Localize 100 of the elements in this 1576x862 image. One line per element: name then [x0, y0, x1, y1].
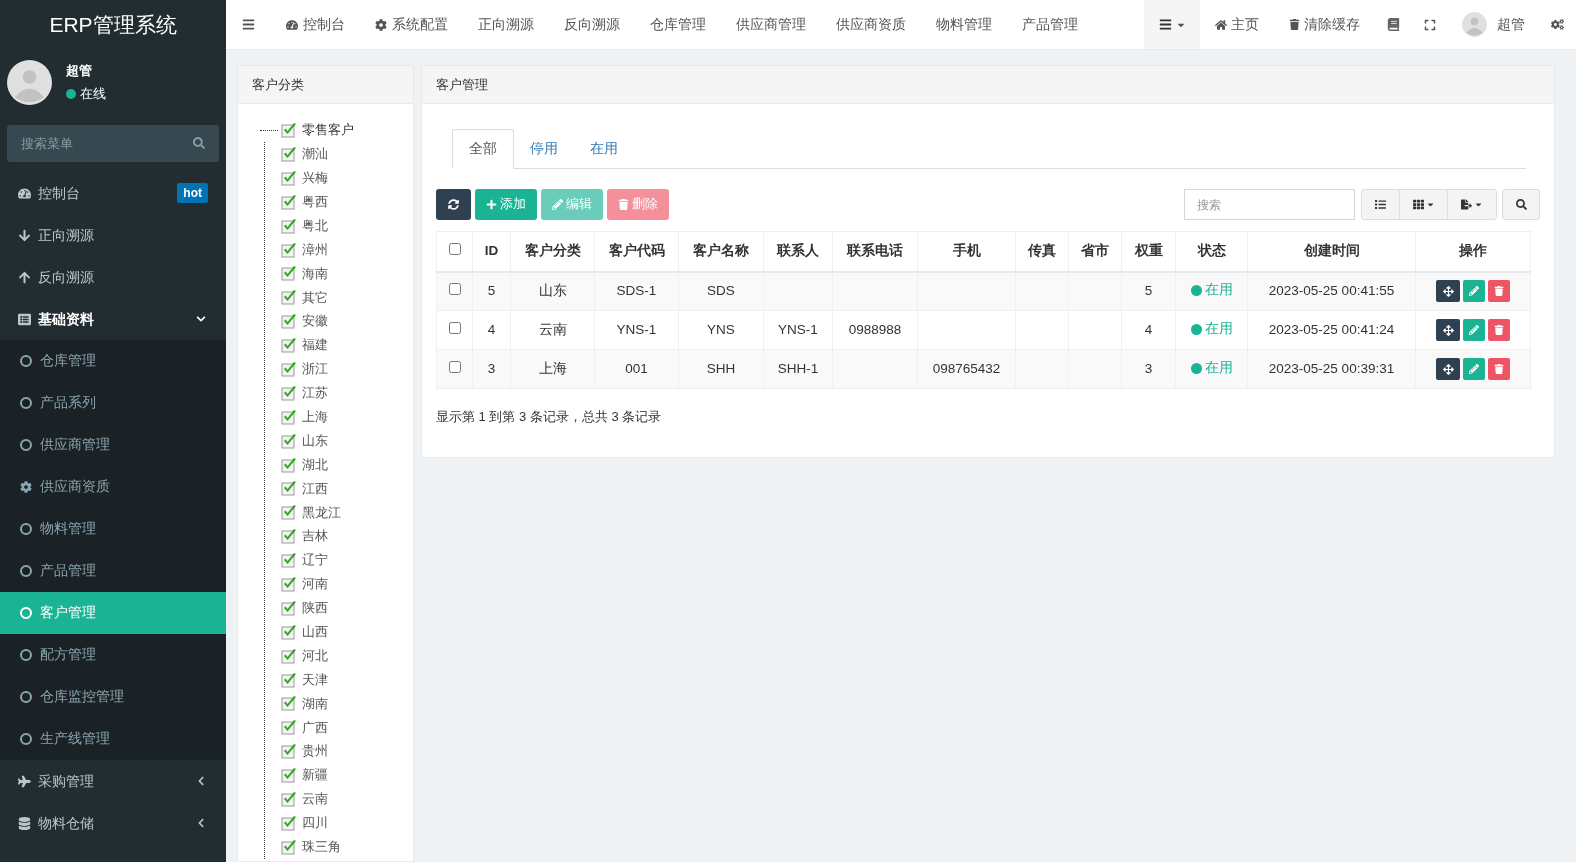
tree-node[interactable]: 云南 — [302, 789, 328, 809]
checkbox-icon[interactable] — [281, 767, 297, 784]
tree-node[interactable]: 河北 — [302, 645, 328, 666]
move-button[interactable] — [1436, 319, 1460, 341]
tree-node[interactable]: 珠三角 — [302, 837, 341, 857]
tree-node[interactable]: 江西 — [302, 478, 328, 499]
tree-node[interactable]: 粤西 — [302, 191, 328, 212]
tree-node[interactable]: 浙江 — [302, 359, 328, 379]
checkbox-icon[interactable] — [281, 384, 297, 401]
checkbox-icon[interactable] — [281, 599, 297, 616]
tree-node[interactable]: 湖北 — [302, 454, 328, 475]
checkbox-icon[interactable] — [281, 743, 297, 760]
delete-button[interactable] — [1488, 280, 1510, 303]
tabs-dropdown-button[interactable] — [1144, 0, 1200, 49]
checkbox-icon[interactable] — [281, 814, 297, 831]
checkbox-icon[interactable] — [281, 265, 297, 282]
clear-cache-link[interactable]: 清除缓存 — [1274, 0, 1375, 49]
tree-node[interactable]: 上海 — [302, 407, 328, 427]
select-all-checkbox[interactable] — [448, 243, 461, 256]
checkbox-icon[interactable] — [281, 122, 297, 138]
tree-node[interactable]: 山东 — [302, 430, 328, 451]
nav-tab[interactable]: 供应商资质 — [821, 0, 921, 49]
checkbox-icon[interactable] — [281, 528, 297, 545]
tree-node[interactable]: 山西 — [302, 622, 328, 642]
search-button[interactable] — [1502, 189, 1540, 220]
checkbox-icon[interactable] — [281, 456, 297, 473]
checkbox-icon[interactable] — [281, 408, 297, 425]
tree-node[interactable]: 吉林 — [302, 526, 328, 546]
checkbox-icon[interactable] — [281, 504, 297, 521]
sidebar-subitem[interactable]: 仓库管理 — [0, 340, 226, 382]
refresh-button[interactable] — [436, 189, 471, 220]
tree-node[interactable]: 海南 — [302, 263, 328, 284]
delete-button[interactable] — [1488, 358, 1510, 380]
filter-tab[interactable]: 停用 — [514, 129, 574, 169]
checkbox-icon[interactable] — [281, 719, 297, 736]
checkbox-icon[interactable] — [281, 575, 297, 592]
tree-node[interactable]: 湖南 — [302, 693, 328, 714]
checkbox-icon[interactable] — [281, 241, 297, 258]
checkbox-icon[interactable] — [281, 480, 297, 497]
row-checkbox[interactable] — [448, 321, 461, 334]
checkbox-icon[interactable] — [281, 623, 297, 640]
filter-tab[interactable]: 在用 — [574, 129, 634, 169]
nav-tab[interactable]: 产品管理 — [1007, 0, 1093, 49]
delete-button[interactable] — [1488, 319, 1510, 341]
nav-tab[interactable]: 正向溯源 — [463, 0, 549, 49]
sidebar-item[interactable]: 控制台 hot — [0, 172, 226, 214]
sidebar-subitem[interactable]: 产品管理 — [0, 550, 226, 592]
sidebar-subitem[interactable]: 物料管理 — [0, 508, 226, 550]
home-link[interactable]: 主页 — [1200, 0, 1274, 49]
filter-tab[interactable]: 全部 — [452, 129, 514, 169]
tree-node[interactable]: 福建 — [302, 335, 328, 355]
sidebar-subitem[interactable]: 配方管理 — [0, 634, 226, 676]
nav-tab[interactable]: 控制台 — [271, 0, 360, 49]
sidebar-item[interactable]: 物料仓储 — [0, 802, 226, 844]
checkbox-icon[interactable] — [281, 432, 297, 449]
nav-tab[interactable]: 系统配置 — [360, 0, 463, 49]
sidebar-subitem[interactable]: 产品系列 — [0, 382, 226, 424]
move-button[interactable] — [1436, 280, 1460, 303]
sidebar-subitem[interactable]: 供应商资质 — [0, 466, 226, 508]
tree-node[interactable]: 贵州 — [302, 741, 328, 761]
row-checkbox[interactable] — [448, 360, 461, 373]
tree-node[interactable]: 零售客户 — [302, 120, 354, 140]
nav-tab[interactable]: 反向溯源 — [549, 0, 635, 49]
tree-node[interactable]: 黑龙江 — [302, 502, 341, 523]
checkbox-icon[interactable] — [281, 647, 297, 664]
sidebar-subitem[interactable]: 仓库监控管理 — [0, 676, 226, 718]
sidebar-item[interactable]: 反向溯源 — [0, 256, 226, 298]
checkbox-icon[interactable] — [281, 360, 297, 377]
checkbox-icon[interactable] — [281, 169, 297, 186]
tree-node[interactable]: 其它 — [302, 287, 328, 308]
checkbox-icon[interactable] — [281, 671, 297, 688]
tree-node[interactable]: 江苏 — [302, 383, 328, 403]
tree-node[interactable]: 粤北 — [302, 215, 328, 236]
checkbox-icon[interactable] — [281, 337, 297, 354]
tree-node[interactable]: 四川 — [302, 813, 328, 833]
nav-tab[interactable]: 物料管理 — [921, 0, 1007, 49]
checkbox-icon[interactable] — [281, 552, 297, 569]
tree-node[interactable]: 新疆 — [302, 765, 328, 785]
tree-node[interactable]: 兴梅 — [302, 168, 328, 188]
search-field[interactable]: 搜索 — [1184, 189, 1355, 220]
tree-node[interactable]: 漳州 — [302, 239, 328, 260]
tree-node[interactable]: 天津 — [302, 669, 328, 690]
checkbox-icon[interactable] — [281, 838, 297, 855]
tree-node[interactable]: 辽宁 — [302, 550, 328, 570]
checkbox-icon[interactable] — [281, 193, 297, 210]
checkbox-icon[interactable] — [281, 289, 297, 306]
sidebar-subitem[interactable]: 生产线管理 — [0, 718, 226, 760]
nav-tab[interactable]: 供应商管理 — [721, 0, 821, 49]
tree-node[interactable]: 陕西 — [302, 598, 328, 618]
checkbox-icon[interactable] — [281, 791, 297, 807]
sidebar-item[interactable]: 基础资料 — [0, 298, 226, 340]
tree-node[interactable]: 潮汕 — [302, 144, 328, 164]
tree-node[interactable]: 广西 — [302, 717, 328, 738]
menu-search-field[interactable]: 搜索菜单 — [7, 125, 219, 162]
sidebar-item[interactable]: 采购管理 — [0, 760, 226, 802]
tree-node[interactable]: 河南 — [302, 574, 328, 594]
tree-node[interactable]: 安徽 — [302, 311, 328, 331]
checkbox-icon[interactable] — [281, 313, 297, 330]
user-name[interactable]: 超管 — [1497, 14, 1525, 35]
checkbox-icon[interactable] — [281, 145, 297, 162]
